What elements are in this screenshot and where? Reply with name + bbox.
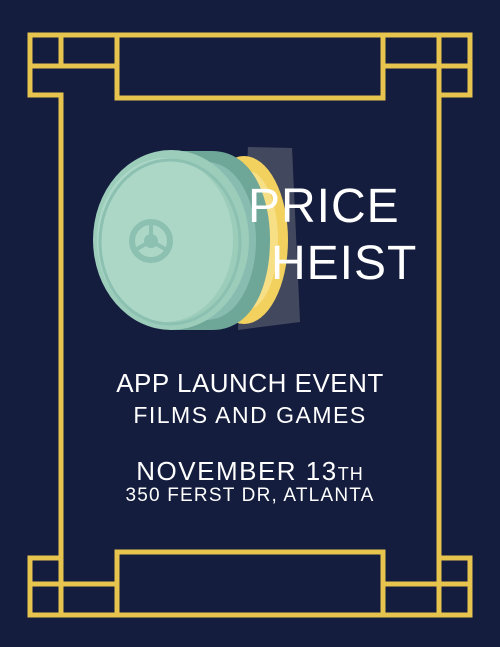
title-line-1: PRICE: [248, 180, 400, 233]
event-date-suffix: TH: [337, 464, 364, 484]
event-date: NOVEMBER 13TH: [0, 456, 500, 487]
event-name: APP LAUNCH EVENT: [116, 368, 384, 398]
event-subtitle: FILMS AND GAMES: [133, 402, 367, 428]
event-date-main: NOVEMBER 13: [136, 456, 338, 486]
event-address: 350 FERST DR, ATLANTA: [125, 485, 375, 506]
event-poster: PRICE HEIST APP LAUNCH EVENT FILMS AND G…: [0, 0, 500, 647]
vault-door-icon: [93, 147, 300, 330]
title-line-2: HEIST: [271, 237, 418, 290]
